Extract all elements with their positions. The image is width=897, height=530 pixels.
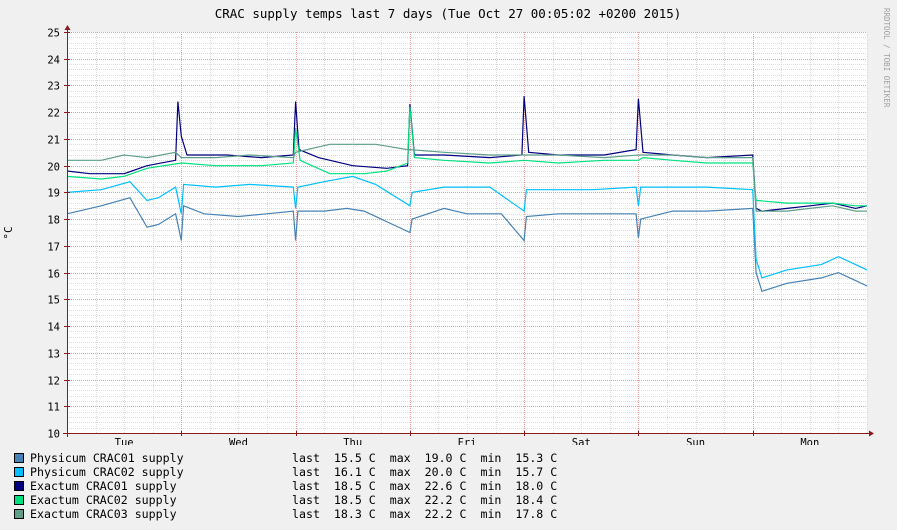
y-tick-label: 19 xyxy=(47,188,60,200)
legend-stats: last 18.3 C max 22.2 C min 17.8 C xyxy=(292,507,558,521)
legend-item: Exactum CRAC02 supply last 18.5 C max 22.… xyxy=(14,493,557,507)
chart-title: CRAC supply temps last 7 days (Tue Oct 2… xyxy=(215,6,682,21)
y-tick-label: 14 xyxy=(47,322,60,334)
y-tick-label: 21 xyxy=(47,135,60,147)
legend-item: Exactum CRAC03 supply last 18.3 C max 22.… xyxy=(14,507,557,521)
y-tick-label: 11 xyxy=(47,402,60,414)
legend-stats: last 15.5 C max 19.0 C min 15.3 C xyxy=(292,451,558,465)
x-tick-label: Tue xyxy=(115,437,134,445)
watermark: RRDTOOL / TOBI OETIKER xyxy=(882,8,891,108)
y-tick-label: 23 xyxy=(47,81,60,93)
y-tick-label: 20 xyxy=(47,162,60,174)
legend-item: Physicum CRAC01 supply last 15.5 C max 19… xyxy=(14,451,557,465)
y-tick-label: 15 xyxy=(47,295,60,307)
x-tick-label: Mon xyxy=(800,437,819,445)
x-tick-label: Fri xyxy=(458,437,477,445)
x-tick-label: Wed xyxy=(229,437,248,445)
legend-series-name: Exactum CRAC03 supply xyxy=(30,507,177,521)
x-tick-label: Sat xyxy=(572,437,591,445)
y-tick-label: 10 xyxy=(47,429,60,441)
legend-stats: last 18.5 C max 22.6 C min 18.0 C xyxy=(292,479,558,493)
legend-swatch xyxy=(14,453,24,463)
legend-item: Exactum CRAC01 supply last 18.5 C max 22.… xyxy=(14,479,557,493)
y-tick-label: 12 xyxy=(47,376,60,388)
x-tick-label: Sun xyxy=(686,437,705,445)
legend-item: Physicum CRAC02 supply last 16.1 C max 20… xyxy=(14,465,557,479)
y-tick-label: 16 xyxy=(47,269,60,281)
legend-stats: last 16.1 C max 20.0 C min 15.7 C xyxy=(292,465,558,479)
chart-canvas: CRAC supply temps last 7 days (Tue Oct 2… xyxy=(0,0,897,530)
y-axis-arrow xyxy=(64,25,71,30)
y-axis-label: °C xyxy=(2,226,15,239)
legend-series-name: Physicum CRAC01 supply xyxy=(30,451,184,465)
x-axis-arrow xyxy=(869,430,874,437)
legend-swatch xyxy=(14,467,24,477)
y-tick-label: 13 xyxy=(47,349,60,361)
legend: Physicum CRAC01 supply last 15.5 C max 19… xyxy=(14,451,557,521)
legend-series-name: Exactum CRAC01 supply xyxy=(30,479,177,493)
y-tick-label: 24 xyxy=(47,55,60,67)
legend-swatch xyxy=(14,481,24,491)
y-tick-label: 17 xyxy=(47,242,60,254)
y-tick-label: 18 xyxy=(47,215,60,227)
chart-svg: CRAC supply temps last 7 days (Tue Oct 2… xyxy=(2,6,891,445)
legend-series-name: Physicum CRAC02 supply xyxy=(30,465,184,479)
legend-stats: last 18.5 C max 22.2 C min 18.4 C xyxy=(292,493,558,507)
legend-swatch xyxy=(14,509,24,519)
y-tick-label: 22 xyxy=(47,108,60,120)
x-tick-label: Thu xyxy=(343,437,362,445)
y-tick-label: 25 xyxy=(47,28,60,40)
legend-swatch xyxy=(14,495,24,505)
legend-series-name: Exactum CRAC02 supply xyxy=(30,493,177,507)
